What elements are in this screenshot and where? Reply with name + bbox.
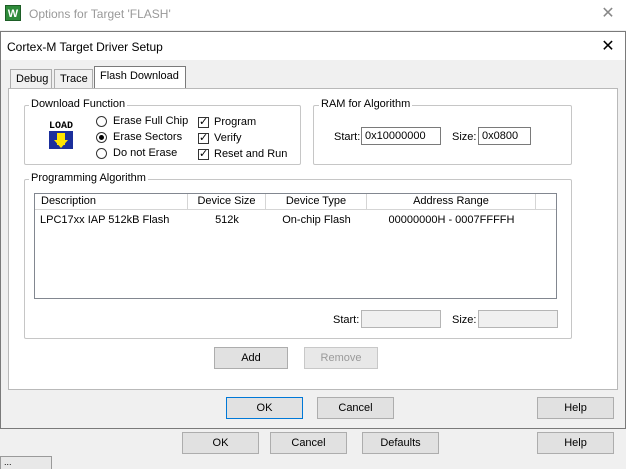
dialog-cancel-button[interactable]: Cancel: [317, 397, 394, 419]
radio-erase-sectors-label: Erase Sectors: [113, 131, 183, 143]
algorithm-start-input[interactable]: [361, 310, 441, 328]
outer-close-icon[interactable]: ✕: [596, 3, 620, 23]
column-address-range[interactable]: Address Range: [367, 194, 536, 210]
programming-algorithm-label: Programming Algorithm: [29, 172, 148, 184]
dialog-ok-button[interactable]: OK: [226, 397, 303, 419]
load-icon: LOAD: [45, 118, 77, 149]
radio-do-not-erase-label: Do not Erase: [113, 147, 178, 159]
row-address-range: 00000000H - 0007FFFFH: [388, 214, 515, 226]
tab-trace[interactable]: Trace: [54, 69, 93, 89]
checkbox-program[interactable]: ✓: [198, 117, 209, 128]
column-spacer: [536, 194, 556, 210]
row-device-size: 512k: [215, 214, 239, 226]
dialog-help-button[interactable]: Help: [537, 397, 614, 419]
app-icon: W: [5, 5, 21, 21]
outer-ok-button[interactable]: OK: [182, 432, 259, 454]
column-description[interactable]: Description: [35, 194, 188, 210]
checkbox-reset-and-run-label: Reset and Run: [214, 148, 288, 160]
radio-erase-sectors[interactable]: [96, 132, 107, 143]
dialog-title: Cortex-M Target Driver Setup: [7, 40, 163, 54]
add-button[interactable]: Add: [214, 347, 288, 369]
row-description: LPC17xx IAP 512kB Flash: [40, 214, 170, 226]
ram-for-algorithm-label: RAM for Algorithm: [319, 98, 413, 110]
algorithm-size-label: Size:: [452, 314, 477, 326]
dialog-close-icon[interactable]: ✕: [597, 36, 619, 56]
tab-debug[interactable]: Debug: [10, 69, 52, 89]
load-icon-text: LOAD: [49, 121, 73, 132]
tab-label: Trace: [60, 73, 88, 85]
table-row[interactable]: LPC17xx IAP 512kB Flash 512k On-chip Fla…: [35, 211, 556, 227]
algorithm-size-input[interactable]: [478, 310, 558, 328]
tab-label: Debug: [16, 73, 49, 85]
tab-flash-download[interactable]: Flash Download: [94, 66, 186, 89]
tab-label: Flash Download: [100, 70, 179, 82]
column-device-size[interactable]: Device Size: [188, 194, 266, 210]
ram-start-label: Start:: [334, 131, 361, 143]
radio-erase-full-chip-label: Erase Full Chip: [113, 115, 189, 127]
algorithm-start-label: Start:: [333, 314, 360, 326]
algorithm-list[interactable]: Description Device Size Device Type Addr…: [34, 193, 557, 299]
ram-size-label: Size:: [452, 131, 477, 143]
bottom-tab[interactable]: ...: [0, 456, 52, 469]
remove-button[interactable]: Remove: [304, 347, 378, 369]
checkbox-program-label: Program: [214, 116, 257, 128]
outer-defaults-button[interactable]: Defaults: [362, 432, 439, 454]
ram-size-input[interactable]: [478, 127, 531, 145]
checkbox-verify[interactable]: ✓: [198, 133, 209, 144]
radio-erase-full-chip[interactable]: [96, 116, 107, 127]
row-device-type: On-chip Flash: [282, 214, 351, 226]
column-device-type[interactable]: Device Type: [266, 194, 367, 210]
download-function-label: Download Function: [29, 98, 128, 110]
outer-help-button[interactable]: Help: [537, 432, 614, 454]
checkbox-reset-and-run[interactable]: ✓: [198, 149, 209, 160]
outer-cancel-button[interactable]: Cancel: [270, 432, 347, 454]
outer-window-title: Options for Target 'FLASH': [29, 7, 171, 21]
outer-window-titlebar: W Options for Target 'FLASH' ✕: [0, 0, 626, 30]
ram-start-input[interactable]: [361, 127, 441, 145]
radio-do-not-erase[interactable]: [96, 148, 107, 159]
dialog-titlebar: Cortex-M Target Driver Setup ✕: [1, 32, 625, 60]
checkbox-verify-label: Verify: [214, 132, 242, 144]
